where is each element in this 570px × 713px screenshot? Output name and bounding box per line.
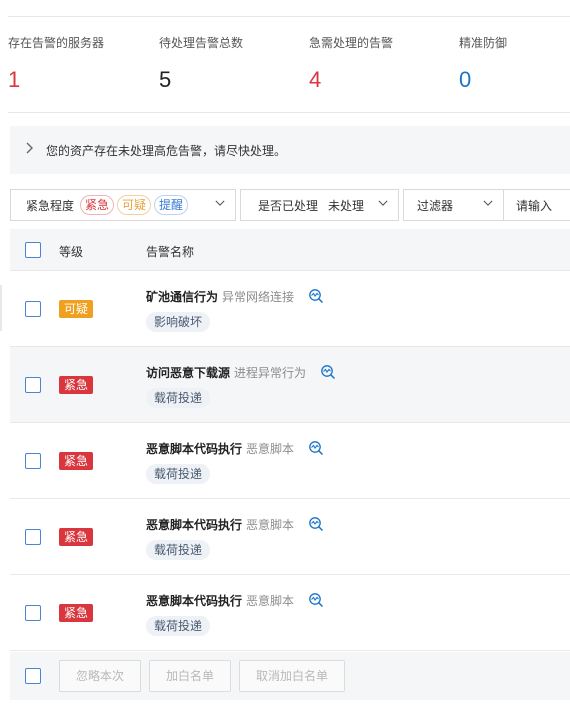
row-checkbox[interactable]	[25, 605, 41, 621]
batch-action-bar: 忽略本次 加白名单 取消加白名单	[10, 652, 570, 700]
severity-tag-suspicious[interactable]: 可疑	[117, 195, 152, 215]
investigate-icon[interactable]	[308, 440, 324, 456]
level-badge: 紧急	[59, 604, 94, 622]
chevron-down-icon[interactable]	[215, 198, 225, 208]
level-badge: 可疑	[59, 300, 94, 318]
attack-stage-tag: 载荷投递	[146, 540, 211, 560]
add-whitelist-button[interactable]: 加白名单	[149, 660, 231, 692]
handled-filter-label: 是否已处理	[258, 198, 319, 213]
stat-servers-with-alerts[interactable]: 存在告警的服务器 1	[8, 34, 104, 93]
search-placeholder: 请输入	[516, 198, 553, 213]
alert-category: 异常网络连接	[222, 290, 295, 304]
alert-category: 进程异常行为	[234, 366, 307, 380]
table-row[interactable]: 可疑 矿池通信行为 异常网络连接 影响破坏	[10, 271, 570, 347]
stat-label: 急需处理的告警	[309, 36, 394, 50]
stats-panel: 存在告警的服务器 1 待处理告警总数 5 急需处理的告警 4 精准防御 0	[8, 34, 570, 96]
alert-name-cell: 访问恶意下载源 进程异常行为	[146, 364, 336, 381]
table-row[interactable]: 紧急 恶意脚本代码执行 恶意脚本 载荷投递	[10, 499, 570, 575]
investigate-icon[interactable]	[308, 516, 324, 532]
alert-category: 恶意脚本	[246, 594, 295, 608]
alert-name-cell: 恶意脚本代码执行 恶意脚本	[146, 516, 324, 533]
severity-filter[interactable]: 紧急程度 紧急 可疑 提醒	[10, 189, 236, 221]
level-badge: 紧急	[59, 528, 94, 546]
table-row[interactable]: 紧急 恶意脚本代码执行 恶意脚本 载荷投递	[10, 575, 570, 651]
alert-name[interactable]: 访问恶意下载源	[146, 366, 230, 380]
remove-whitelist-button[interactable]: 取消加白名单	[239, 660, 345, 692]
row-checkbox[interactable]	[25, 453, 41, 469]
filter-bar: 紧急程度 紧急 可疑 提醒 是否已处理 未处理 过滤器 请输入	[10, 189, 570, 221]
stat-label: 存在告警的服务器	[8, 36, 105, 50]
stat-value: 5	[159, 67, 172, 92]
stat-label: 精准防御	[459, 36, 508, 50]
scroll-edge-marker	[0, 285, 2, 331]
stat-value: 4	[309, 67, 322, 92]
alert-name[interactable]: 恶意脚本代码执行	[146, 442, 242, 456]
chevron-right-icon[interactable]	[24, 142, 44, 158]
stat-pending-alerts[interactable]: 待处理告警总数 5	[159, 34, 243, 93]
severity-tag-notice[interactable]: 提醒	[154, 195, 189, 215]
select-all-footer-checkbox[interactable]	[25, 668, 41, 684]
table-row[interactable]: 紧急 恶意脚本代码执行 恶意脚本 载荷投递	[10, 423, 570, 499]
alert-name-cell: 恶意脚本代码执行 恶意脚本	[146, 592, 324, 609]
stat-label: 待处理告警总数	[159, 36, 244, 50]
ignore-once-button[interactable]: 忽略本次	[59, 660, 141, 692]
stat-precise-defense[interactable]: 精准防御 0	[459, 34, 507, 93]
handled-filter-value: 未处理	[328, 198, 365, 213]
table-header: 等级 告警名称	[10, 229, 570, 271]
alert-name-cell: 恶意脚本代码执行 恶意脚本	[146, 440, 324, 457]
severity-tag-urgent[interactable]: 紧急	[80, 195, 115, 215]
search-input[interactable]: 请输入	[504, 189, 570, 221]
alert-name[interactable]: 恶意脚本代码执行	[146, 594, 242, 608]
chevron-down-icon[interactable]	[483, 198, 493, 208]
investigate-icon[interactable]	[320, 364, 336, 380]
alert-table: 等级 告警名称 可疑 矿池通信行为 异常网络连接 影响破坏 紧急 访问恶意下载源进…	[10, 229, 570, 651]
severity-filter-label: 紧急程度	[26, 198, 75, 213]
stat-value: 0	[459, 67, 472, 92]
alert-name[interactable]: 恶意脚本代码执行	[146, 518, 242, 532]
stats-divider	[8, 112, 570, 113]
field-filter-select[interactable]: 过滤器	[403, 189, 504, 221]
attack-stage-tag: 影响破坏	[146, 312, 211, 332]
investigate-icon[interactable]	[308, 288, 324, 304]
table-row[interactable]: 紧急 访问恶意下载源 进程异常行为 载荷投递	[10, 347, 570, 423]
field-filter-label: 过滤器	[417, 198, 454, 213]
attack-stage-tag: 载荷投递	[146, 464, 211, 484]
top-divider	[8, 16, 570, 17]
notice-text: 您的资产存在未处理高危告警，请尽快处理。	[46, 143, 287, 158]
alert-name[interactable]: 矿池通信行为	[146, 290, 218, 304]
attack-stage-tag: 载荷投递	[146, 388, 211, 408]
stat-value: 1	[8, 67, 21, 92]
row-checkbox[interactable]	[25, 301, 41, 317]
row-checkbox[interactable]	[25, 377, 41, 393]
row-checkbox[interactable]	[25, 529, 41, 545]
alert-category: 恶意脚本	[246, 518, 295, 532]
stat-urgent-alerts[interactable]: 急需处理的告警 4	[309, 34, 393, 93]
column-header-level: 等级	[59, 245, 84, 259]
alert-notice-banner[interactable]: 您的资产存在未处理高危告警，请尽快处理。	[10, 126, 570, 174]
select-all-checkbox[interactable]	[25, 242, 41, 258]
alert-name-cell: 矿池通信行为 异常网络连接	[146, 288, 324, 305]
investigate-icon[interactable]	[308, 592, 324, 608]
column-header-name: 告警名称	[146, 245, 195, 259]
attack-stage-tag: 载荷投递	[146, 616, 211, 636]
alert-category: 恶意脚本	[246, 442, 295, 456]
chevron-down-icon[interactable]	[378, 198, 388, 208]
handled-filter[interactable]: 是否已处理 未处理	[240, 189, 399, 221]
level-badge: 紧急	[59, 376, 94, 394]
level-badge: 紧急	[59, 452, 94, 470]
